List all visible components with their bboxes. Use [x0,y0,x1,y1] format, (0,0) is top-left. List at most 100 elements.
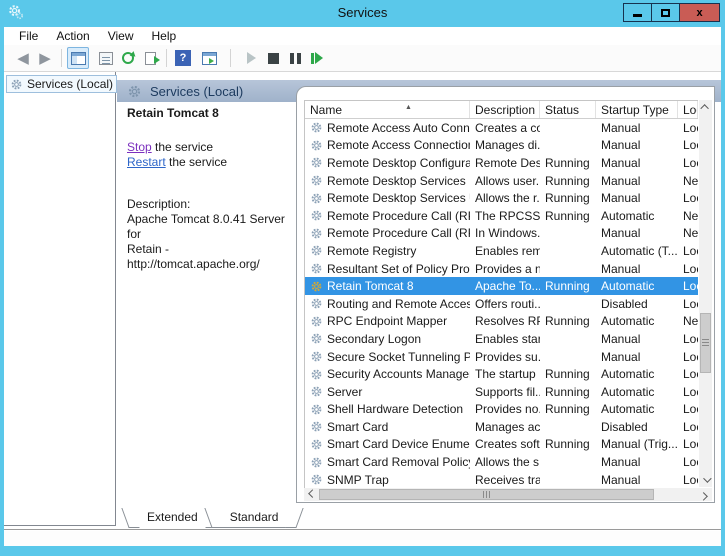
horizontal-scroll-thumb[interactable] [319,489,654,500]
menu-item-action[interactable]: Action [47,28,98,44]
service-gear-icon [310,227,323,240]
table-row[interactable]: ServerSupports fil...RunningAutomaticLoc [305,383,698,401]
table-row[interactable]: Smart Card Removal PolicyAllows the s...… [305,453,698,471]
menu-item-file[interactable]: File [10,28,47,44]
minimize-button[interactable] [623,3,652,22]
cell-description: Provides su... [470,350,540,364]
properties-button[interactable] [95,47,117,69]
chevron-right-icon [699,492,707,500]
table-row[interactable]: Secure Socket Tunneling Pr...Provides su… [305,348,698,366]
table-row[interactable]: Remote Access Connection...Manages di...… [305,137,698,155]
help-icon: ? [175,50,191,66]
selected-service-name: Retain Tomcat 8 [127,106,295,120]
export-list-button[interactable] [139,47,161,69]
service-action-links: Stop the service Restart the service [127,140,295,170]
cell-startup-type: Manual [596,455,678,469]
action-pane-icon [202,52,217,65]
table-row[interactable]: Smart Card Device Enumera...Creates soft… [305,436,698,454]
table-row[interactable]: Resultant Set of Policy Provi...Provides… [305,260,698,278]
service-info-panel: Retain Tomcat 8 Stop the service Restart… [127,106,295,272]
table-row[interactable]: Remote Procedure Call (RPC)The RPCSS ...… [305,207,698,225]
console-tree-icon [71,52,86,65]
refresh-button[interactable] [117,47,139,69]
column-header-status[interactable]: Status [540,101,596,118]
cell-log-on-as: Loc [678,156,698,170]
close-button[interactable]: x [679,3,720,22]
cell-startup-type: Manual (Trig... [596,437,678,451]
table-row[interactable]: Remote Desktop ServicesAllows user...Run… [305,172,698,190]
show-console-tree-button[interactable] [67,47,89,69]
cell-name: Smart Card Removal Policy [305,455,470,469]
scroll-left-button[interactable] [304,488,318,501]
column-header-log[interactable]: Log [678,101,698,118]
service-gear-icon [310,403,323,416]
back-arrow-icon: ◀ [17,51,29,66]
table-row[interactable]: Security Accounts ManagerThe startup ...… [305,365,698,383]
scroll-up-button[interactable] [699,100,712,114]
restart-service-button[interactable] [306,47,328,69]
menu-item-help[interactable]: Help [143,28,186,44]
pause-icon [290,53,301,64]
service-gear-icon [310,280,323,293]
table-row[interactable]: Secondary LogonEnables star...ManualLoc [305,330,698,348]
service-gear-icon [310,192,323,205]
cell-description: Allows user... [470,174,540,188]
table-row[interactable]: Remote RegistryEnables rem...Automatic (… [305,242,698,260]
cell-name: Routing and Remote Access [305,297,470,311]
table-row[interactable]: SNMP TrapReceives tra...ManualLoc [305,471,698,488]
horizontal-scrollbar[interactable] [304,488,712,501]
forward-button[interactable]: ▶ [34,47,56,69]
cell-description: Enables star... [470,332,540,346]
restart-service-link[interactable]: Restart [127,155,166,169]
titlebar[interactable]: Services x [0,0,725,27]
chevron-left-icon [308,489,316,497]
column-header-name[interactable]: Name▲ [305,101,470,118]
table-row[interactable]: Remote Procedure Call (RP...In Windows..… [305,225,698,243]
vertical-scroll-thumb[interactable] [700,313,711,373]
stop-service-link[interactable]: Stop [127,140,152,154]
cell-name: SNMP Trap [305,473,470,487]
cell-startup-type: Manual [596,174,678,188]
cell-startup-type: Automatic [596,367,678,381]
restart-icon [311,52,323,64]
scroll-down-button[interactable] [699,473,712,487]
tree-item-label: Services (Local) [27,77,113,91]
table-row[interactable]: Remote Desktop Services U...Allows the r… [305,189,698,207]
service-gear-icon [310,174,323,187]
cell-startup-type: Automatic [596,209,678,223]
scroll-right-button[interactable] [698,488,712,501]
tab-extended[interactable]: Extended [131,508,214,528]
back-button[interactable]: ◀ [12,47,34,69]
toolbar-separator [166,49,167,67]
cell-log-on-as: Loc [678,262,698,276]
cell-startup-type: Manual [596,226,678,240]
stop-service-button[interactable] [262,47,284,69]
cell-description: In Windows... [470,226,540,240]
menu-item-view[interactable]: View [99,28,143,44]
maximize-button[interactable] [651,3,680,22]
column-header-startup-type[interactable]: Startup Type [596,101,678,118]
table-row[interactable]: Retain Tomcat 8Apache To...RunningAutoma… [305,277,698,295]
cell-log-on-as: Loc [678,350,698,364]
cell-description: Resolves RP... [470,314,540,328]
show-action-pane-button[interactable] [198,47,220,69]
pause-service-button[interactable] [284,47,306,69]
table-row[interactable]: Routing and Remote AccessOffers routi...… [305,295,698,313]
start-service-button[interactable] [240,47,262,69]
services-gear-icon [10,78,23,91]
column-header-description[interactable]: Description [470,101,540,118]
tab-standard[interactable]: Standard [214,508,295,528]
cell-description: Creates soft... [470,437,540,451]
service-gear-icon [310,473,323,486]
table-row[interactable]: Remote Access Auto Conne...Creates a co.… [305,119,698,137]
table-row[interactable]: Shell Hardware DetectionProvides no...Ru… [305,401,698,419]
tree-item-services-local[interactable]: Services (Local) [6,75,117,93]
table-row[interactable]: Remote Desktop Configurat...Remote Des..… [305,154,698,172]
table-row[interactable]: RPC Endpoint MapperResolves RP...Running… [305,313,698,331]
vertical-scrollbar[interactable] [699,100,712,487]
help-button[interactable]: ? [172,47,194,69]
window-content: FileActionViewHelp ◀ ▶ ? [4,27,721,546]
cell-name: Resultant Set of Policy Provi... [305,262,470,276]
service-gear-icon [310,456,323,469]
table-row[interactable]: Smart CardManages ac...DisabledLoc [305,418,698,436]
